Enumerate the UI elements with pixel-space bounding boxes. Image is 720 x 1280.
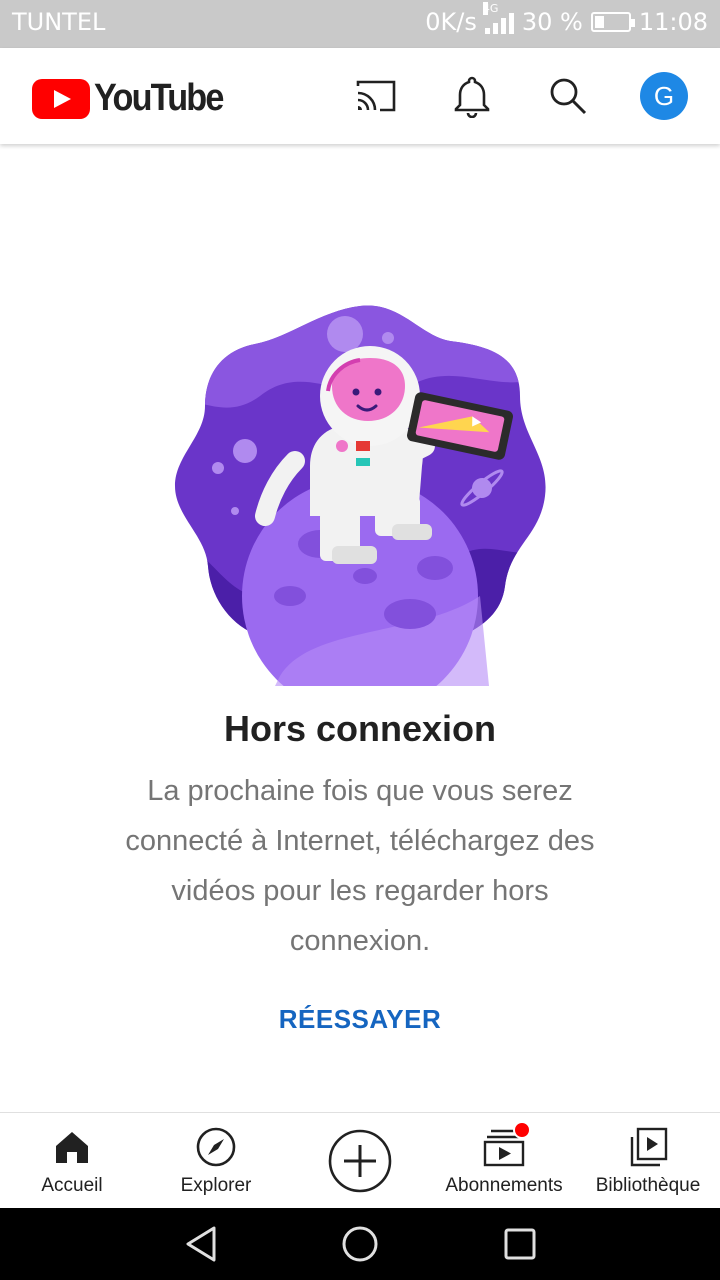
- clock: 11:08: [638, 8, 708, 36]
- add-icon: [328, 1129, 392, 1193]
- home-icon: [54, 1127, 90, 1167]
- library-icon: [628, 1127, 668, 1167]
- nav-item-label: Explorer: [180, 1175, 252, 1196]
- play-logo-icon: [32, 78, 90, 119]
- nav-item-label: Abonnements: [445, 1175, 563, 1196]
- network-type: 4G: [482, 2, 499, 15]
- nav-item-explore[interactable]: Explorer: [144, 1113, 288, 1209]
- status-bar: TUNTEL 0K/s 4G 30 % 11:08: [0, 0, 720, 48]
- carrier-name: TUNTEL: [12, 8, 106, 36]
- brand-wordmark: YouTube: [94, 77, 224, 119]
- offline-astronaut-illustration: [160, 296, 560, 714]
- recents-icon[interactable]: [498, 1222, 542, 1266]
- nav-item-label: Bibliothèque: [595, 1175, 701, 1196]
- offline-message: La prochaine fois que vous serez connect…: [125, 775, 595, 957]
- app-bar: YouTube G: [0, 48, 720, 144]
- offline-title: Hors connexion: [223, 708, 497, 749]
- signal-icon: 4G: [482, 2, 514, 34]
- network-speed: 0K/s: [425, 8, 477, 36]
- account-avatar[interactable]: G: [640, 72, 688, 120]
- nav-item-library[interactable]: Bibliothèque: [576, 1113, 720, 1209]
- youtube-logo[interactable]: YouTube: [32, 77, 237, 120]
- search-icon[interactable]: [544, 72, 592, 120]
- back-icon[interactable]: [178, 1222, 222, 1266]
- nav-item-home[interactable]: Accueil: [0, 1113, 144, 1209]
- nav-item-label: Accueil: [41, 1175, 103, 1196]
- bottom-navigation: Accueil Explorer Abonnements Bibliothèqu…: [0, 1112, 720, 1209]
- battery-icon: [590, 12, 635, 32]
- nav-item-subscriptions[interactable]: Abonnements: [432, 1113, 576, 1209]
- bell-icon[interactable]: [448, 72, 496, 120]
- home-circle-icon[interactable]: [338, 1222, 382, 1266]
- system-navigation-bar: [0, 1208, 720, 1280]
- retry-button[interactable]: RÉESSAYER: [0, 1004, 720, 1035]
- cast-icon[interactable]: [352, 72, 400, 120]
- subscriptions-icon: [483, 1121, 531, 1167]
- compass-icon: [196, 1127, 236, 1167]
- nav-item-create[interactable]: [288, 1113, 432, 1209]
- battery-percent: 30 %: [521, 8, 583, 36]
- notification-dot: [513, 1121, 531, 1139]
